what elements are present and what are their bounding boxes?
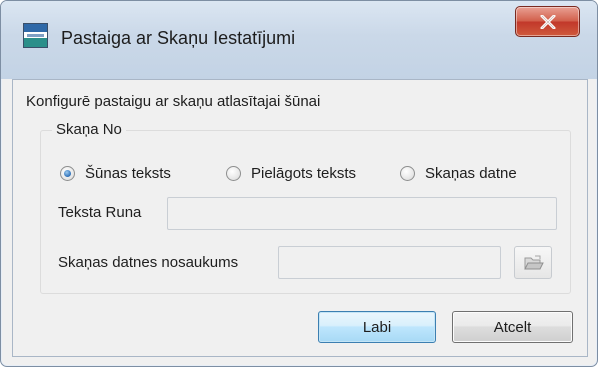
ok-button[interactable]: Labi — [318, 311, 436, 343]
dialog-description: Konfigurē pastaigu ar skaņu atlasītajai … — [26, 93, 321, 110]
close-x-icon — [540, 15, 556, 29]
radio-label: Skaņas datne — [425, 164, 517, 182]
radio-custom-text[interactable]: Pielāgots teksts — [226, 163, 356, 183]
radio-label: Pielāgots teksts — [251, 164, 357, 182]
sound-file-input[interactable] — [278, 246, 501, 279]
folder-open-icon — [524, 255, 544, 270]
radio-cell-text[interactable]: Šūnas teksts — [60, 163, 171, 183]
sound-file-label: Skaņas datnes nosaukums — [58, 254, 239, 271]
radio-sound-file[interactable]: Skaņas datne — [400, 163, 517, 183]
text-rune-input[interactable] — [167, 197, 557, 230]
radio-selected-icon — [60, 165, 75, 181]
radio-unselected-icon — [226, 165, 241, 181]
browse-button[interactable] — [514, 246, 552, 279]
close-button[interactable] — [515, 6, 580, 37]
cancel-button[interactable]: Atcelt — [452, 311, 573, 343]
text-rune-label: Teksta Runa — [58, 204, 142, 221]
radio-label: Šūnas teksts — [85, 164, 171, 182]
group-title: Skaņa No — [52, 121, 126, 138]
title-bar[interactable]: Pastaiga ar Skaņu Iestatījumi — [1, 1, 597, 79]
window-title: Pastaiga ar Skaņu Iestatījumi — [61, 28, 296, 48]
app-icon — [23, 23, 48, 48]
radio-unselected-icon — [400, 165, 415, 181]
